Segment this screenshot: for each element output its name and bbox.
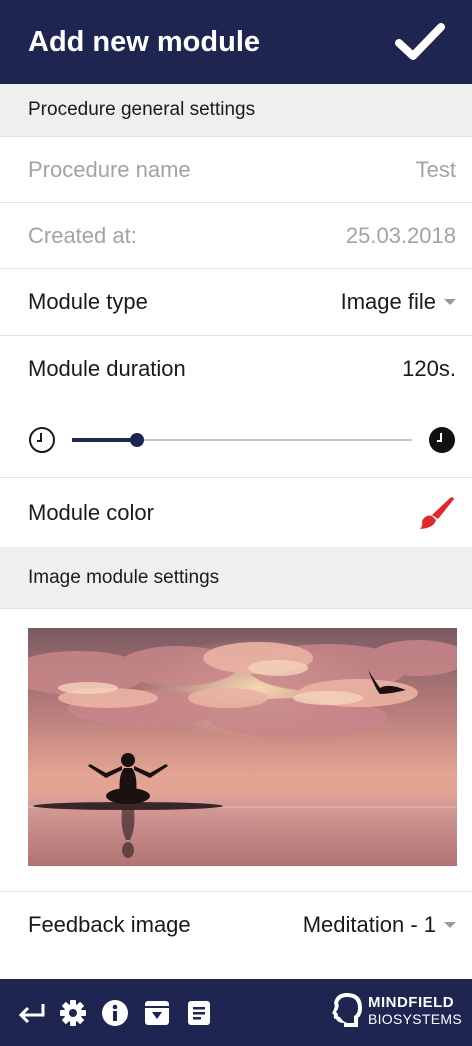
- module-duration-label: Module duration: [28, 356, 186, 381]
- feedback-image-label: Feedback image: [28, 911, 191, 937]
- logo-text-bottom: BIOSYSTEMS: [367, 1010, 462, 1027]
- procedure-name-row: Procedure name Test: [0, 137, 472, 203]
- created-at-value: 25.03.2018: [345, 222, 456, 248]
- feedback-image-value: Meditation - 1: [302, 911, 436, 937]
- section-general-settings: Procedure general settings: [0, 84, 472, 137]
- back-arrow-icon: [18, 1003, 45, 1023]
- info-icon: [102, 999, 128, 1026]
- app-header: Add new module: [0, 0, 472, 84]
- feedback-image-preview: [28, 628, 457, 866]
- module-duration-value: 120s.: [402, 356, 456, 381]
- module-type-label: Module type: [28, 289, 148, 314]
- module-type-select[interactable]: Image file: [341, 289, 456, 315]
- mindfield-logo: MINDFIELD BIOSYSTEMS: [330, 991, 462, 1029]
- paintbrush-icon[interactable]: [416, 495, 456, 531]
- dropdown-caret-icon: [444, 921, 456, 928]
- head-logo-icon: [331, 993, 362, 1027]
- list-button[interactable]: [184, 998, 214, 1028]
- created-at-label: Created at:: [28, 222, 137, 248]
- duration-slider[interactable]: [72, 433, 412, 447]
- procedure-name-value: Test: [415, 156, 456, 182]
- section-image-settings: Image module settings: [0, 547, 472, 609]
- page-title: Add new module: [28, 25, 260, 58]
- module-type-value: Image file: [340, 289, 436, 314]
- meditation-image: [28, 628, 457, 866]
- created-at-row: Created at: 25.03.2018: [0, 203, 472, 269]
- dropdown-caret-icon: [444, 299, 456, 305]
- logo-text-top: MINDFIELD: [367, 993, 455, 1011]
- module-type-row[interactable]: Module type Image file: [0, 269, 472, 336]
- clock-outline-icon: [29, 427, 55, 453]
- feedback-image-row[interactable]: Feedback image Meditation - 1: [0, 891, 472, 957]
- settings-button[interactable]: [58, 998, 88, 1028]
- module-duration-row: Module duration 120s.: [0, 336, 472, 402]
- module-color-row[interactable]: Module color: [0, 478, 472, 547]
- bottom-toolbar: MINDFIELD BIOSYSTEMS: [0, 979, 472, 1046]
- gear-icon: [60, 999, 86, 1026]
- download-icon: [145, 1000, 169, 1025]
- info-button[interactable]: [100, 998, 130, 1028]
- slider-thumb[interactable]: [129, 433, 144, 447]
- download-button[interactable]: [142, 998, 172, 1028]
- list-icon: [188, 1000, 210, 1025]
- confirm-button[interactable]: [392, 14, 448, 70]
- feedback-image-select[interactable]: Meditation - 1: [303, 912, 456, 938]
- check-icon: [395, 23, 445, 60]
- duration-slider-row: [0, 402, 472, 478]
- clock-filled-icon: [429, 427, 455, 453]
- procedure-name-label: Procedure name: [28, 156, 191, 182]
- module-color-label: Module color: [28, 499, 154, 525]
- back-button[interactable]: [16, 998, 46, 1028]
- slider-fill: [72, 438, 137, 442]
